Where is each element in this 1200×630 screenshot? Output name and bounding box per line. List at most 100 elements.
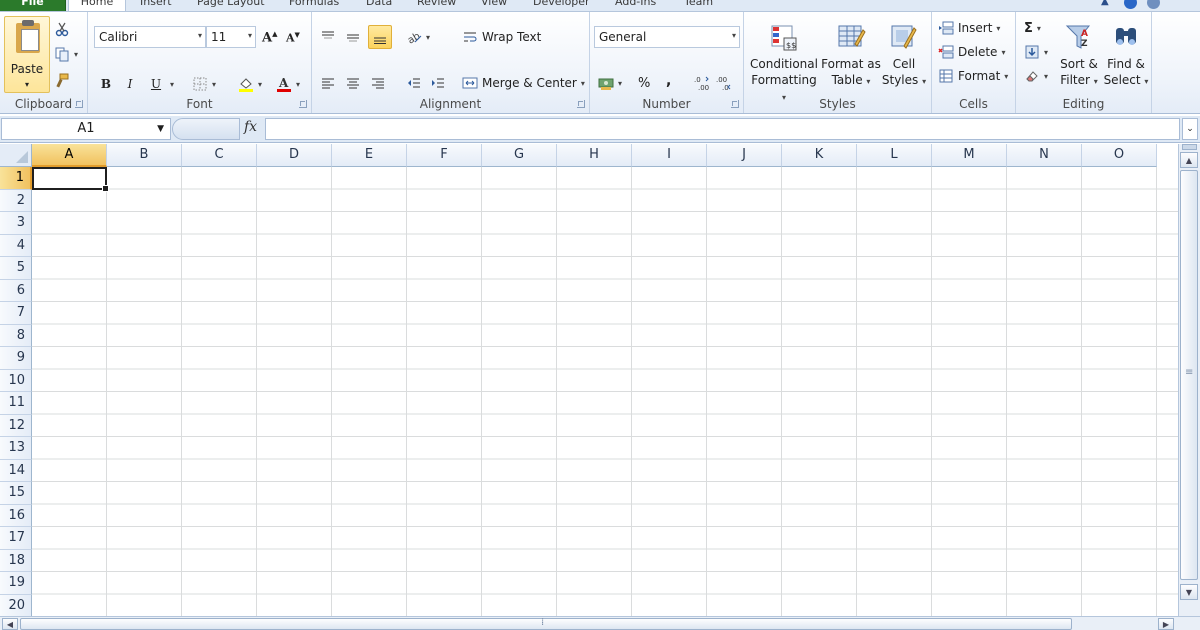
column-header-f[interactable]: F [407, 144, 482, 167]
find-select-button[interactable]: Find & Select ▾ [1102, 16, 1150, 90]
column-header-g[interactable]: G [482, 144, 557, 167]
tab-page-layout[interactable]: Page Layout [197, 0, 265, 11]
format-as-table-button[interactable]: Format as Table ▾ [820, 16, 882, 90]
scroll-left-button[interactable]: ◀ [2, 618, 18, 630]
insert-function-button[interactable]: fx [244, 119, 257, 135]
row-header-8[interactable]: 8 [0, 324, 32, 347]
align-middle-button[interactable] [345, 26, 361, 48]
format-cells-button[interactable]: Format ▾ [938, 65, 1008, 87]
window-controls-icon[interactable] [1147, 0, 1160, 9]
name-box[interactable]: A1 ▼ [1, 118, 171, 140]
font-size-combo[interactable]: 11 ▾ [206, 26, 256, 48]
column-header-n[interactable]: N [1007, 144, 1082, 167]
delete-cells-button[interactable]: Delete ▾ [938, 41, 1005, 63]
active-cell-a1[interactable] [32, 167, 109, 192]
align-bottom-button[interactable] [368, 25, 392, 49]
worksheet-grid[interactable]: A B C D E F G H I J K L M N O 1 2 3 4 5 6 7 8 9 10 11 12 13 14 15 16 17… [0, 144, 1178, 616]
conditional-formatting-button[interactable]: $$ Conditional Formatting ▾ [748, 16, 820, 106]
row-header-1[interactable]: 1 [0, 167, 32, 190]
column-header-a[interactable]: A [32, 144, 107, 167]
decrease-decimal-button[interactable]: .00.0 [716, 72, 732, 94]
number-format-combo[interactable]: General ▾ [594, 26, 740, 48]
tab-data[interactable]: Data [366, 0, 392, 11]
tab-add-ins[interactable]: Add-Ins [615, 0, 656, 11]
fill-button[interactable]: ▾ [1024, 41, 1048, 63]
row-header-14[interactable]: 14 [0, 459, 32, 482]
row-header-20[interactable]: 20 [0, 594, 32, 616]
increase-decimal-button[interactable]: .0.00 [694, 72, 710, 94]
row-header-18[interactable]: 18 [0, 549, 32, 572]
tab-home[interactable]: Home [68, 0, 126, 11]
column-header-k[interactable]: K [782, 144, 857, 167]
sort-filter-button[interactable]: AZ Sort & Filter ▾ [1056, 16, 1102, 90]
cut-button[interactable] [54, 18, 70, 40]
decrease-indent-button[interactable] [406, 72, 422, 94]
vertical-split-handle[interactable] [1182, 144, 1197, 150]
percent-style-button[interactable]: % [638, 72, 650, 94]
row-header-19[interactable]: 19 [0, 572, 32, 595]
row-header-11[interactable]: 11 [0, 392, 32, 415]
column-header-c[interactable]: C [182, 144, 257, 167]
scroll-up-button[interactable]: ▲ [1180, 152, 1198, 168]
row-header-12[interactable]: 12 [0, 414, 32, 437]
column-header-o[interactable]: O [1082, 144, 1157, 167]
bold-button[interactable]: B [96, 74, 116, 94]
formula-bar-splitter[interactable] [172, 118, 240, 140]
horizontal-scrollbar[interactable]: ◀ ▶ [0, 616, 1200, 630]
row-header-4[interactable]: 4 [0, 234, 32, 257]
copy-button[interactable]: ▾ [54, 43, 78, 65]
row-header-13[interactable]: 13 [0, 437, 32, 460]
horizontal-scroll-thumb[interactable] [20, 617, 1072, 630]
autosum-button[interactable]: Σ ▾ [1024, 17, 1041, 39]
row-header-15[interactable]: 15 [0, 482, 32, 505]
column-header-b[interactable]: B [107, 144, 182, 167]
grow-font-button[interactable]: A▲ [262, 26, 277, 48]
cell-styles-button[interactable]: Cell Styles ▾ [880, 16, 928, 90]
minimize-ribbon-icon[interactable]: ▲ [1101, 0, 1114, 9]
column-header-e[interactable]: E [332, 144, 407, 167]
row-header-3[interactable]: 3 [0, 212, 32, 235]
clear-button[interactable]: ▾ [1024, 65, 1048, 87]
row-header-16[interactable]: 16 [0, 504, 32, 527]
align-left-button[interactable] [320, 72, 336, 94]
font-name-combo[interactable]: Calibri ▾ [94, 26, 206, 48]
name-box-dropdown-icon[interactable]: ▼ [157, 119, 164, 139]
tab-formulas[interactable]: Formulas [289, 0, 339, 11]
fill-color-button[interactable]: ▾ [238, 73, 262, 95]
column-header-h[interactable]: H [557, 144, 632, 167]
row-header-7[interactable]: 7 [0, 302, 32, 325]
formula-input[interactable] [265, 118, 1180, 140]
row-header-10[interactable]: 10 [0, 369, 32, 392]
alignment-dialog-launcher[interactable] [577, 100, 585, 108]
tab-developer[interactable]: Developer [533, 0, 590, 11]
paste-button[interactable]: Paste ▾ [4, 16, 50, 93]
clipboard-dialog-launcher[interactable] [75, 100, 83, 108]
tab-review[interactable]: Review [417, 0, 456, 11]
scroll-right-button[interactable]: ▶ [1158, 618, 1174, 630]
underline-button[interactable]: U [146, 74, 166, 94]
vertical-scroll-thumb[interactable] [1180, 170, 1198, 580]
font-dialog-launcher[interactable] [299, 100, 307, 108]
accounting-format-button[interactable]: ▾ [598, 72, 622, 94]
italic-button[interactable]: I [120, 74, 140, 94]
font-color-button[interactable]: A ▾ [276, 73, 300, 95]
align-right-button[interactable] [370, 72, 386, 94]
orientation-button[interactable]: ab ▾ [406, 26, 430, 48]
wrap-text-button[interactable]: Wrap Text [462, 26, 541, 48]
row-header-5[interactable]: 5 [0, 257, 32, 280]
select-all-button[interactable] [0, 144, 32, 167]
borders-button[interactable]: ▾ [192, 73, 216, 95]
tab-view[interactable]: View [481, 0, 507, 11]
format-painter-button[interactable] [54, 69, 70, 91]
tab-file[interactable]: File [0, 0, 66, 11]
align-top-button[interactable] [320, 26, 336, 48]
shrink-font-button[interactable]: A▼ [286, 26, 300, 48]
help-icon[interactable] [1124, 0, 1137, 9]
row-header-2[interactable]: 2 [0, 189, 32, 212]
column-header-d[interactable]: D [257, 144, 332, 167]
tab-team[interactable]: Team [684, 0, 713, 11]
column-header-i[interactable]: I [632, 144, 707, 167]
tab-insert[interactable]: Insert [140, 0, 172, 11]
row-header-17[interactable]: 17 [0, 527, 32, 550]
insert-cells-button[interactable]: Insert ▾ [938, 17, 1000, 39]
